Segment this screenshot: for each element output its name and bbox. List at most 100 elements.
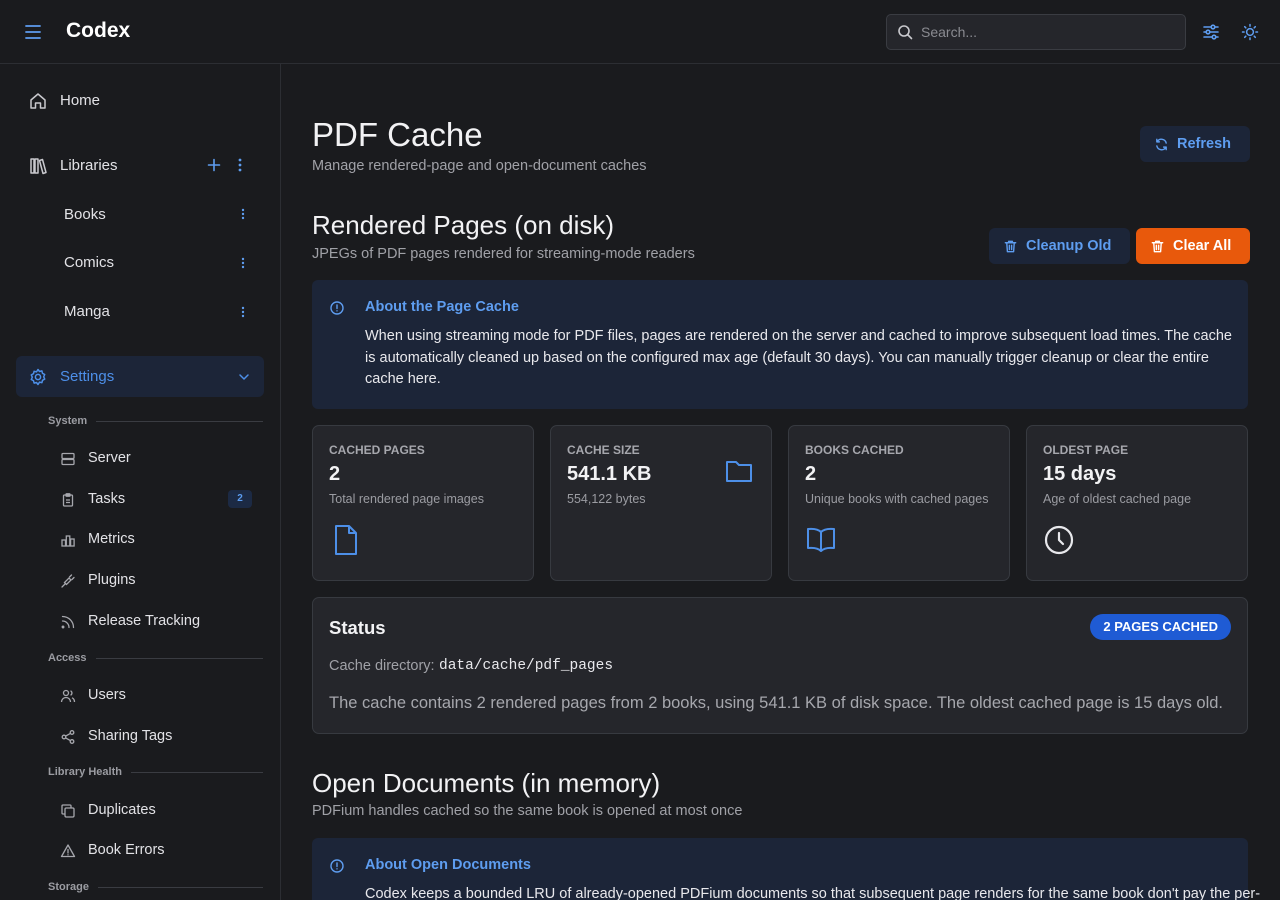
info-text: Codex keeps a bounded LRU of already-ope… (365, 886, 1261, 900)
menu-icon[interactable] (22, 22, 44, 42)
filter-settings-icon[interactable] (1201, 22, 1221, 42)
section-divider (96, 421, 263, 422)
sidebar-item-plugins[interactable]: Plugins (48, 562, 264, 598)
sidebar-item-label: Metrics (88, 531, 135, 547)
cache-directory-label: Cache directory: (329, 658, 435, 674)
sidebar-item-duplicates[interactable]: Duplicates (48, 792, 264, 828)
open-documents-heading: Open Documents (in memory) (312, 768, 661, 798)
sidebar-item-label: Tasks (88, 491, 126, 507)
sidebar-item-label: Libraries (60, 157, 118, 174)
home-icon (28, 91, 48, 111)
sidebar-item-server[interactable]: Server (48, 440, 264, 476)
status-card: Status 2 PAGES CACHED Cache directory: d… (312, 597, 1248, 734)
sidebar-item-label: Users (88, 687, 126, 703)
search-box[interactable] (886, 14, 1186, 50)
sidebar-item-home[interactable]: Home (16, 80, 264, 120)
status-title: Status (329, 617, 386, 638)
section-divider (98, 887, 263, 888)
sidebar-item-label: Books (64, 206, 106, 223)
stat-value: 15 days (1043, 463, 1117, 485)
sidebar-item-metrics[interactable]: Metrics (48, 521, 264, 557)
cleanup-old-label: Cleanup Old (1026, 238, 1112, 254)
main-content: PDF Cache Manage rendered-page and open-… (281, 64, 1280, 900)
theme-sun-icon[interactable] (1240, 22, 1260, 42)
stat-description: Total rendered page images (329, 492, 484, 506)
chevron-down-icon (236, 369, 252, 385)
sidebar-item-comics[interactable]: Comics (16, 242, 264, 282)
sidebar-item-books[interactable]: Books (16, 194, 264, 234)
tasks-count-badge: 2 (228, 490, 252, 508)
sidebar-item-libraries[interactable]: Libraries (16, 145, 264, 185)
libraries-icon (28, 156, 48, 176)
stat-description: Unique books with cached pages (805, 492, 989, 506)
sidebar-item-label: Book Errors (88, 842, 165, 858)
stat-card-cached-pages: Cached Pages 2 Total rendered page image… (312, 425, 534, 581)
stat-description: 554,122 bytes (567, 492, 646, 506)
refresh-button[interactable]: Refresh (1140, 126, 1250, 162)
section-divider (96, 658, 263, 659)
sidebar-item-book-errors[interactable]: Book Errors (48, 832, 264, 868)
books-more-icon[interactable] (235, 206, 251, 222)
section-label-library-health: Library Health (48, 766, 122, 778)
open-book-icon (805, 524, 837, 554)
stat-card-cache-size: Cache Size 541.1 KB 554,122 bytes (550, 425, 772, 581)
app-brand[interactable]: Codex (66, 19, 130, 43)
stat-label: Oldest Page (1043, 443, 1129, 457)
page-cache-info-alert: About the Page Cache When using streamin… (312, 280, 1248, 409)
manga-more-icon[interactable] (235, 304, 251, 320)
clear-all-button[interactable]: Clear All (1136, 228, 1251, 264)
folder-icon (724, 457, 754, 485)
section-label-system: System (48, 415, 88, 427)
rendered-pages-heading: Rendered Pages (on disk) (312, 210, 615, 240)
stat-label: Books Cached (805, 443, 904, 457)
stat-description: Age of oldest cached page (1043, 492, 1192, 506)
clear-all-label: Clear All (1173, 238, 1232, 254)
sidebar-item-tasks[interactable]: Tasks 2 (48, 481, 264, 517)
cache-directory-value: data/cache/pdf_pages (439, 658, 614, 674)
stat-label: Cached Pages (329, 443, 425, 457)
add-library-icon[interactable] (206, 157, 222, 173)
trash-icon (1003, 239, 1018, 254)
server-icon (60, 451, 76, 467)
warning-triangle-icon (60, 843, 76, 859)
info-circle-icon (329, 858, 345, 874)
sidebar-item-label: Plugins (88, 572, 136, 588)
sidebar-item-label: Sharing Tags (88, 728, 173, 744)
clock-icon (1043, 524, 1075, 556)
copy-icon (60, 803, 76, 819)
comics-more-icon[interactable] (235, 255, 251, 271)
info-circle-icon (329, 300, 345, 316)
plug-icon (60, 573, 76, 589)
sidebar-item-label: Release Tracking (88, 613, 201, 629)
sidebar-item-users[interactable]: Users (48, 677, 264, 713)
stat-value: 541.1 KB (567, 463, 652, 485)
trash-icon (1150, 239, 1165, 254)
cleanup-old-button[interactable]: Cleanup Old (989, 228, 1131, 264)
libraries-more-icon[interactable] (232, 157, 248, 173)
sidebar-item-manga[interactable]: Manga (16, 291, 264, 331)
sidebar-item-label: Duplicates (88, 802, 156, 818)
page-subtitle: Manage rendered-page and open-document c… (312, 158, 647, 174)
open-documents-subtitle: PDFium handles cached so the same book i… (312, 803, 743, 819)
status-badge: 2 PAGES CACHED (1090, 614, 1231, 640)
search-icon (897, 24, 913, 40)
info-title: About Open Documents (365, 857, 531, 873)
sidebar-item-sharing-tags[interactable]: Sharing Tags (48, 718, 264, 754)
sidebar: Home Libraries Books Comics Manga Settin… (0, 64, 281, 900)
share-icon (60, 729, 76, 745)
refresh-label: Refresh (1177, 136, 1231, 152)
users-icon (60, 688, 76, 704)
stat-label: Cache Size (567, 443, 640, 457)
page-title: PDF Cache (312, 116, 483, 153)
stat-value: 2 (805, 463, 817, 485)
search-input[interactable] (921, 15, 1181, 49)
gear-icon (28, 367, 48, 387)
refresh-icon (1154, 137, 1169, 152)
stat-value: 2 (329, 463, 341, 485)
stat-card-oldest-page: Oldest Page 15 days Age of oldest cached… (1026, 425, 1248, 581)
sidebar-item-label: Server (88, 450, 131, 466)
sidebar-item-settings[interactable]: Settings (16, 356, 264, 397)
section-label-storage: Storage (48, 881, 89, 893)
sidebar-item-release-tracking[interactable]: Release Tracking (48, 603, 264, 639)
file-icon (331, 524, 361, 556)
